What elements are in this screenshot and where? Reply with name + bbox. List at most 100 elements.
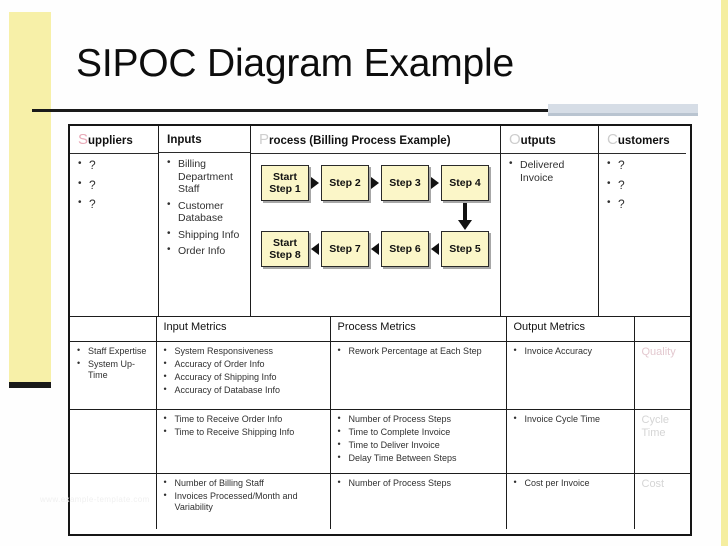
list-item: Time to Complete Invoice — [338, 426, 501, 438]
right-accent-edge — [721, 0, 728, 546]
cell-output-metrics: Invoice Cycle Time — [506, 409, 635, 474]
cell-output-metrics: Cost per Invoice — [506, 473, 635, 529]
list-item: Time to Receive Shipping Info — [164, 426, 325, 438]
column-header-customers-text: ustomers — [617, 135, 670, 147]
arrow-right-icon — [371, 177, 379, 189]
list-item: Time to Deliver Invoice — [338, 439, 501, 451]
column-process: Process (Billing Process Example) Start … — [250, 126, 500, 316]
process-step-2[interactable]: Step 2 — [321, 165, 369, 201]
sipoc-top-section: Suppliers ? ? ? Inputs Billing Departmen… — [70, 126, 690, 316]
list-item: Shipping Info — [167, 228, 244, 242]
list-item: System Responsiveness — [164, 345, 325, 357]
list-item: Number of Process Steps — [338, 477, 501, 489]
list-item: Number of Billing Staff — [164, 477, 325, 489]
arrow-right-icon — [311, 177, 319, 189]
list-item: ? — [78, 158, 152, 172]
list-item: Accuracy of Shipping Info — [164, 371, 325, 383]
list-item: ? — [607, 178, 680, 192]
header-rule-outputs — [501, 153, 598, 154]
table-row: Staff Expertise System Up-Time System Re… — [70, 341, 690, 410]
page-title: SIPOC Diagram Example — [76, 42, 514, 85]
column-header-suppliers: Suppliers — [78, 132, 152, 153]
cap-letter-p: P — [259, 131, 270, 148]
process-step-7[interactable]: Step 7 — [321, 231, 369, 267]
list-item: ? — [78, 178, 152, 192]
list-item: Rework Percentage at Each Step — [338, 345, 501, 357]
dimension-quality: Quality — [641, 345, 676, 358]
customers-list: ? ? ? — [607, 158, 680, 211]
list-item: Order Info — [167, 244, 244, 258]
list-item: Accuracy of Order Info — [164, 358, 325, 370]
cell-supplier-metrics: Staff Expertise System Up-Time — [70, 341, 157, 410]
cell-dimension-label: Cycle Time — [634, 409, 690, 474]
list-item: Time to Receive Order Info — [164, 413, 325, 425]
dimension-cost: Cost — [641, 477, 665, 490]
cap-letter-o: O — [509, 131, 521, 148]
header-strip-shadow — [548, 113, 698, 116]
arrow-left-icon — [311, 243, 319, 255]
arrow-left-icon — [371, 243, 379, 255]
list-item: System Up-Time — [77, 358, 151, 381]
column-header-process: Process (Billing Process Example) — [259, 132, 494, 153]
cell-dimension-label: Quality — [634, 341, 690, 410]
cell-input-metrics: Time to Receive Order Info Time to Recei… — [156, 409, 331, 474]
sipoc-diagram: Suppliers ? ? ? Inputs Billing Departmen… — [40, 124, 692, 536]
list-item: ? — [607, 158, 680, 172]
process-step-4[interactable]: Step 4 — [441, 165, 489, 201]
process-step-1[interactable]: Start Step 1 — [261, 165, 309, 201]
arrow-right-icon — [431, 177, 439, 189]
metrics-header-blank-right — [634, 317, 690, 342]
left-accent-bar — [9, 382, 51, 388]
watermark-text: www.example-template.com — [40, 495, 150, 504]
cell-process-metrics: Rework Percentage at Each Step — [330, 341, 507, 410]
list-item: ? — [78, 197, 152, 211]
metrics-header-row: Input Metrics Process Metrics Output Met… — [70, 317, 690, 342]
header-strip — [548, 104, 698, 113]
column-header-outputs: Outputs — [509, 132, 592, 153]
list-item: Billing Department Staff — [167, 157, 244, 196]
cell-process-metrics: Number of Process Steps Time to Complete… — [330, 409, 507, 474]
header-rule-customers — [599, 153, 686, 154]
list-item: Customer Database — [167, 199, 244, 225]
metrics-header-input: Input Metrics — [156, 317, 331, 342]
list-item: Invoice Cycle Time — [514, 413, 629, 425]
column-header-process-text: rocess (Billing Process Example) — [269, 135, 451, 147]
left-accent-band — [9, 12, 51, 386]
header-rule-suppliers — [70, 153, 158, 154]
column-suppliers: Suppliers ? ? ? — [70, 126, 158, 316]
table-row: Time to Receive Order Info Time to Recei… — [70, 409, 690, 474]
header-rule-process — [251, 153, 500, 154]
list-item: Delivered Invoice — [509, 158, 592, 184]
list-item: Number of Process Steps — [338, 413, 501, 425]
column-header-suppliers-text: uppliers — [88, 135, 133, 147]
metrics-header-output: Output Metrics — [506, 317, 635, 342]
list-item: Delay Time Between Steps — [338, 452, 501, 464]
column-inputs: Inputs Billing Department Staff Customer… — [158, 126, 250, 316]
suppliers-list: ? ? ? — [78, 158, 152, 211]
process-step-3[interactable]: Step 3 — [381, 165, 429, 201]
cap-letter-c: C — [607, 131, 618, 148]
slide-canvas: SIPOC Diagram Example Suppliers ? ? ? In… — [0, 0, 728, 546]
arrow-left-icon — [431, 243, 439, 255]
column-header-outputs-text: utputs — [520, 135, 556, 147]
process-step-8[interactable]: Start Step 8 — [261, 231, 309, 267]
metrics-header-process: Process Metrics — [330, 317, 507, 342]
process-flow-diagram: Start Step 1 Step 2 Step 3 Step 4 Step 5… — [259, 159, 494, 309]
process-step-5[interactable]: Step 5 — [441, 231, 489, 267]
column-header-customers: Customers — [607, 132, 680, 153]
process-step-6[interactable]: Step 6 — [381, 231, 429, 267]
list-item: Invoice Accuracy — [514, 345, 629, 357]
inputs-list: Billing Department Staff Customer Databa… — [167, 157, 244, 258]
column-header-inputs: Inputs — [167, 132, 244, 152]
cell-process-metrics: Number of Process Steps — [330, 473, 507, 529]
list-item: ? — [607, 197, 680, 211]
cap-letter-s: S — [78, 131, 89, 148]
cell-output-metrics: Invoice Accuracy — [506, 341, 635, 410]
header-rule-inputs — [159, 152, 250, 153]
arrow-down-icon — [458, 203, 472, 230]
outputs-list: Delivered Invoice — [509, 158, 592, 184]
column-outputs: Outputs Delivered Invoice — [500, 126, 598, 316]
metrics-header-blank-left — [70, 317, 157, 342]
dimension-cycle-time: Cycle Time — [641, 413, 670, 439]
cell-supplier-metrics — [70, 409, 157, 474]
